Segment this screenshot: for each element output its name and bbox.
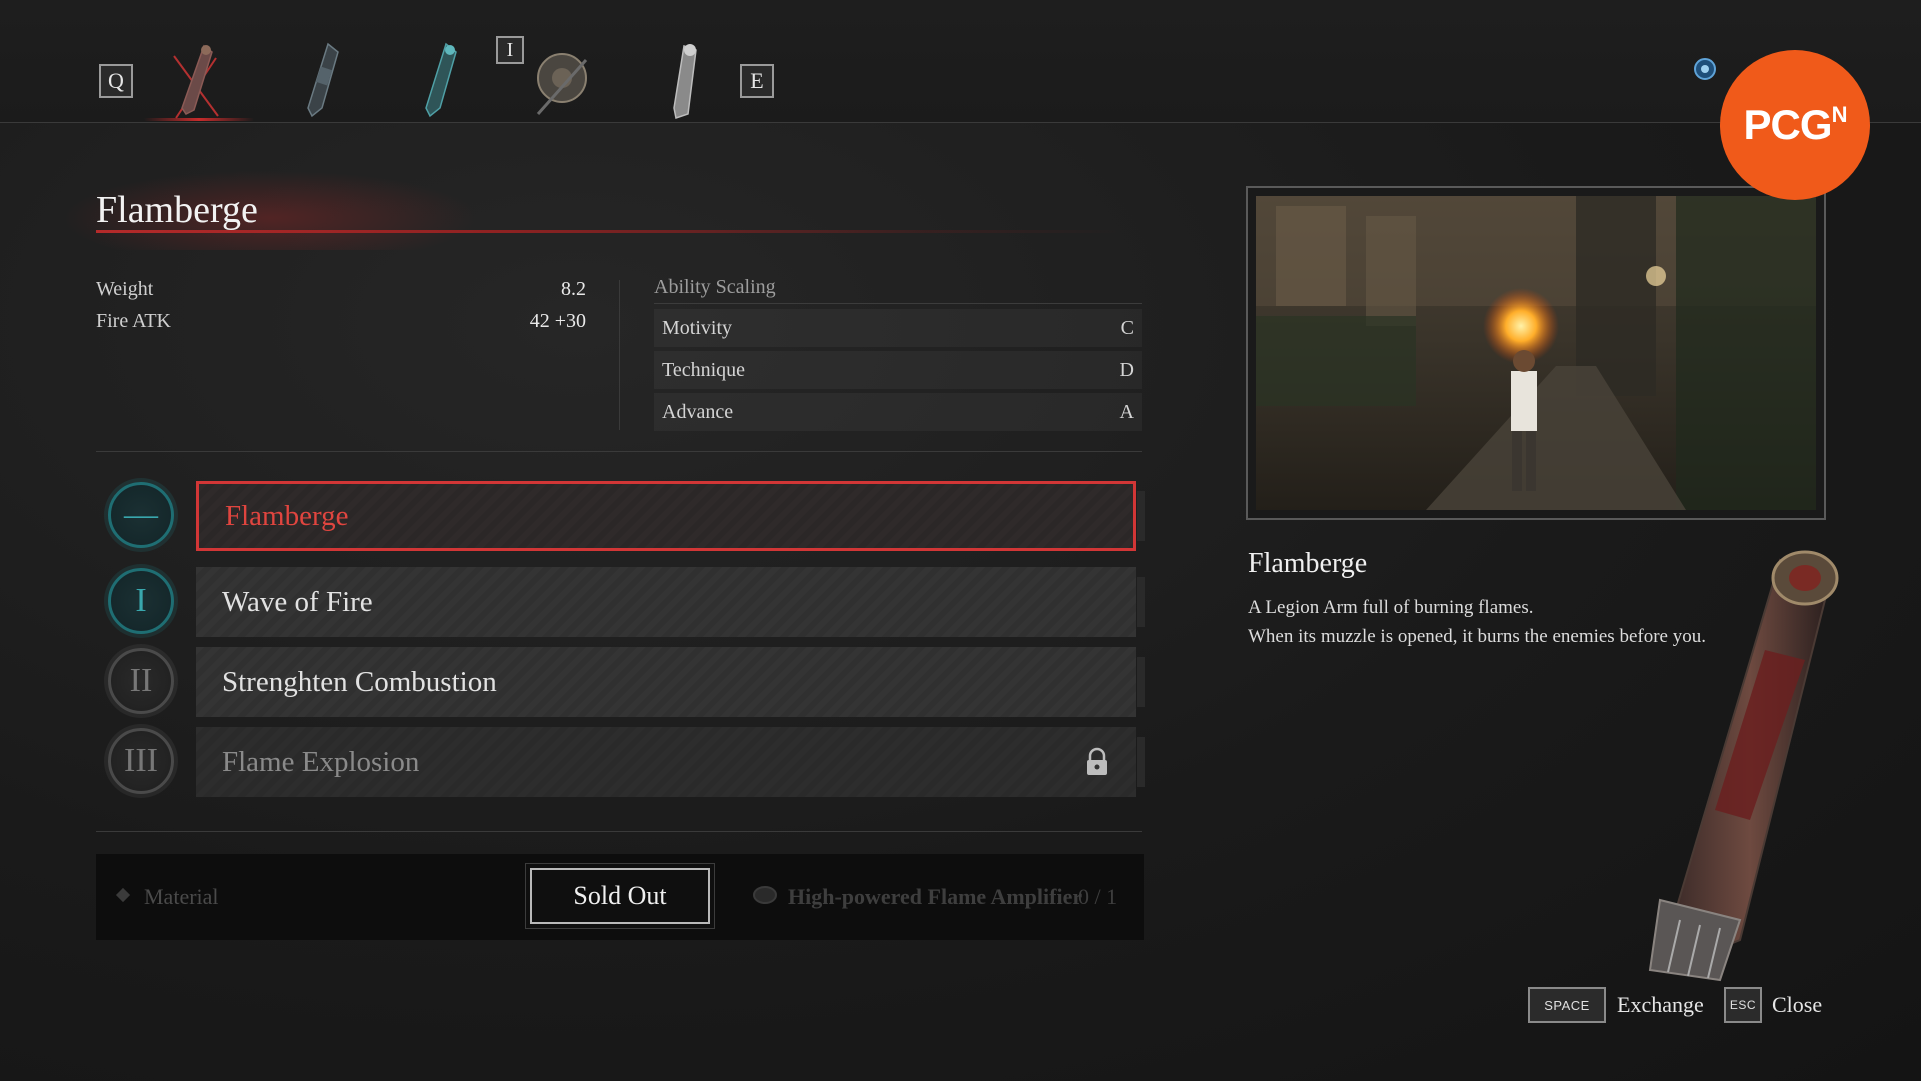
row-edge xyxy=(1137,737,1145,787)
description-title: Flamberge xyxy=(1248,548,1368,579)
skill-row-flame-explosion[interactable]: Flame Explosion xyxy=(196,727,1136,797)
logo-text: PCG xyxy=(1743,101,1833,148)
arm-weapon-icon[interactable] xyxy=(410,38,470,128)
skill-badge-3: III xyxy=(108,728,174,794)
skill-badge-2: II xyxy=(108,648,174,714)
skill-preview-image xyxy=(1256,196,1816,510)
sold-out-button[interactable]: Sold Out xyxy=(530,868,710,924)
lock-icon xyxy=(1087,747,1107,775)
flamberge-weapon-art xyxy=(1648,550,1839,982)
scaling-grade: A xyxy=(1119,400,1134,423)
currency-orb-icon xyxy=(1694,58,1716,80)
next-tab-key[interactable]: E xyxy=(740,64,774,98)
arm-weapon-icon[interactable] xyxy=(292,38,352,128)
esc-key[interactable]: ESC xyxy=(1724,987,1762,1023)
space-key[interactable]: SPACE xyxy=(1528,987,1606,1023)
skill-row-wave-of-fire[interactable]: Wave of Fire xyxy=(196,567,1136,637)
logo-sup: N xyxy=(1831,102,1848,127)
skill-badge-base: — xyxy=(108,482,174,548)
amplifier-icon xyxy=(753,886,777,904)
stat-fire-atk-label: Fire ATK xyxy=(96,310,171,332)
row-edge xyxy=(1137,491,1145,541)
skill-preview-frame xyxy=(1246,186,1826,520)
scaling-label: Motivity xyxy=(662,316,733,339)
weapon-tab-bar xyxy=(0,0,1921,123)
flamberge-arm-icon[interactable] xyxy=(166,38,226,128)
skill-name: Flame Explosion xyxy=(222,745,420,778)
ability-scaling-heading: Ability Scaling xyxy=(654,276,776,298)
scaling-row-motivity: Motivity C xyxy=(654,309,1142,347)
description-line: A Legion Arm full of burning flames. xyxy=(1248,597,1534,618)
title-underline xyxy=(96,230,1126,233)
shield-arm-icon[interactable] xyxy=(528,40,598,126)
scaling-row-technique: Technique D xyxy=(654,351,1142,389)
section-divider xyxy=(96,451,1142,452)
weapon-title: Flamberge xyxy=(96,189,258,231)
scaling-label: Technique xyxy=(662,358,746,381)
stats-divider xyxy=(619,280,620,430)
arm-weapon-icon[interactable] xyxy=(654,38,714,128)
row-edge xyxy=(1137,657,1145,707)
close-button[interactable]: Close xyxy=(1772,992,1822,1018)
exchange-button[interactable]: Exchange xyxy=(1617,992,1704,1018)
pcgn-logo: PCG N xyxy=(1720,50,1870,200)
scaling-grade: D xyxy=(1119,358,1134,381)
scaling-label: Advance xyxy=(662,400,734,423)
skill-row-flamberge[interactable]: Flamberge xyxy=(196,481,1136,551)
ability-scaling-divider xyxy=(654,303,1142,304)
stat-fire-atk-value: 42 +30 xyxy=(529,310,586,332)
stat-weight-label: Weight xyxy=(96,278,154,300)
skill-row-strengthen-combustion[interactable]: Strenghten Combustion xyxy=(196,647,1136,717)
scaling-row-advance: Advance A xyxy=(654,393,1142,431)
skill-badge-1: I xyxy=(108,568,174,634)
scaling-grade: C xyxy=(1120,316,1134,339)
section-divider xyxy=(96,831,1142,832)
material-count: 0 / 1 xyxy=(1078,884,1118,909)
prev-tab-key[interactable]: Q xyxy=(99,64,133,98)
material-item-name: High-powered Flame Amplifier xyxy=(788,884,1083,909)
row-edge xyxy=(1137,577,1145,627)
marker-key: I xyxy=(496,36,524,64)
stat-weight-value: 8.2 xyxy=(561,278,586,300)
material-label: Material xyxy=(144,884,219,909)
active-tab-indicator xyxy=(144,118,254,121)
